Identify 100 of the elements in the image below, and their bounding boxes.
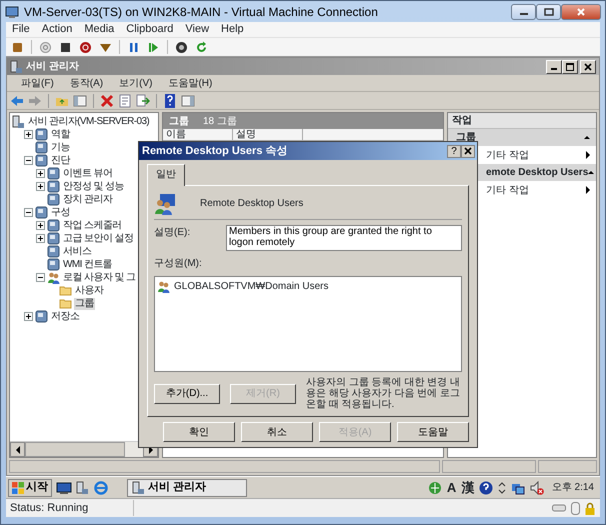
menu-item[interactable]: Action <box>36 21 78 38</box>
minimize-button[interactable] <box>511 4 536 20</box>
app-icon <box>47 245 60 258</box>
tree-item[interactable]: 로컬 사용자 및 그 <box>62 272 136 284</box>
section-title: 그룹 <box>456 131 476 145</box>
maximize-icon <box>566 62 574 70</box>
mouse-icon <box>571 502 580 514</box>
section-header[interactable]: 그룹 <box>448 129 596 146</box>
close-icon <box>584 62 592 70</box>
horizontal-scrollbar[interactable] <box>10 441 158 457</box>
start-logo-icon <box>12 482 24 494</box>
action-label: 기타 작업 <box>486 148 529 162</box>
lock-icon <box>585 502 595 514</box>
shutdown-icon[interactable] <box>79 40 92 54</box>
menu-item[interactable]: File <box>6 21 36 38</box>
dialog-button[interactable]: 확인 <box>163 422 235 442</box>
desktop-icon[interactable] <box>56 480 72 494</box>
snapshot-icon[interactable] <box>175 40 188 54</box>
tree-item[interactable]: 장치 관리자 <box>62 194 114 206</box>
options-caret-icon[interactable] <box>498 480 506 494</box>
app-icon <box>47 180 60 193</box>
back-arrow-icon[interactable] <box>10 94 24 108</box>
close-icon <box>464 147 472 155</box>
tree-item[interactable]: 서비 관리자(VM-SERVER-03) <box>27 116 150 128</box>
app-icon <box>35 206 48 219</box>
tree-item[interactable]: 작업 스케줄러 <box>62 220 123 232</box>
delete-icon[interactable] <box>100 94 114 108</box>
dialog-button[interactable]: 취소 <box>241 422 313 442</box>
tree-item[interactable]: 서비스 <box>62 246 92 258</box>
app-icon <box>47 232 60 245</box>
collapse-icon[interactable] <box>584 136 590 139</box>
expander-icon[interactable] <box>36 221 45 230</box>
members-list[interactable]: GLOBALSOFTVM₩Domain Users <box>154 276 462 372</box>
maximize-icon <box>544 8 554 16</box>
column-header[interactable]: 이름 <box>163 129 233 140</box>
field-label: 구성원(M): <box>154 257 203 271</box>
export-icon[interactable] <box>136 94 150 108</box>
help-icon[interactable] <box>479 480 494 494</box>
menu-item[interactable]: 파일(F) <box>13 76 62 90</box>
expander-icon[interactable] <box>36 273 45 282</box>
menu-item[interactable]: View <box>179 21 216 38</box>
server-icon[interactable] <box>76 480 90 494</box>
menu-item[interactable]: 보기(V) <box>111 76 160 90</box>
tree-item[interactable]: 기능 <box>50 142 71 154</box>
tree-item[interactable]: 진단 <box>50 154 71 166</box>
description-field[interactable]: Members in this group are granted the right to logon remotely <box>226 225 462 251</box>
group-name: Remote Desktop Users <box>200 197 304 211</box>
maximize-button[interactable] <box>536 4 561 20</box>
menu-item[interactable]: 도움말(H) <box>160 76 220 90</box>
panel-icon[interactable] <box>181 94 195 108</box>
expander-icon[interactable] <box>24 130 33 139</box>
ime-mode[interactable]: A <box>446 480 456 495</box>
menu-item[interactable]: Media <box>78 21 120 38</box>
collapse-icon[interactable] <box>588 171 594 174</box>
tree-item[interactable]: 저장소 <box>50 310 80 322</box>
close-button[interactable] <box>461 144 475 158</box>
keyboard-icon <box>552 504 566 512</box>
expander-icon[interactable] <box>36 234 45 243</box>
tree-item[interactable]: 이벤트 뷰어 <box>62 168 114 180</box>
stop-icon[interactable] <box>59 40 72 54</box>
action-item[interactable]: 기타 작업 <box>448 181 596 199</box>
menu-item[interactable]: Clipboard <box>120 21 180 38</box>
expander-icon[interactable] <box>24 156 33 165</box>
revert-icon[interactable] <box>195 40 208 54</box>
start-button[interactable]: 시작 <box>8 478 52 496</box>
member-button[interactable]: 추가(D)... <box>154 384 220 404</box>
tree-item[interactable]: 역할 <box>50 128 71 140</box>
expander-icon[interactable] <box>36 169 45 178</box>
tree-item[interactable]: 안정성 및 성능 <box>62 180 125 192</box>
pause-icon[interactable] <box>127 40 140 54</box>
note-text: 사용자의 그룹 등록에 대한 변경 내용은 해당 사용자가 다음 번에 로그온할 때 적용됩니다. <box>306 377 461 410</box>
expander-icon[interactable] <box>24 312 33 321</box>
resume-icon[interactable] <box>147 40 160 54</box>
vm-connection-icon <box>5 4 19 18</box>
tab[interactable]: 일반 <box>147 164 185 186</box>
dialog-title: Remote Desktop Users 속성 <box>142 144 288 159</box>
muted-speaker-icon[interactable] <box>530 480 544 494</box>
tree-item[interactable]: 그룹 <box>74 298 95 310</box>
menu-item[interactable]: 동작(A) <box>62 76 112 90</box>
ctrl-alt-del-icon[interactable] <box>11 40 24 54</box>
help-button[interactable]: ? <box>447 144 461 158</box>
help-icon[interactable] <box>163 94 177 108</box>
taskbar-button[interactable]: 서비 관리자 <box>127 478 247 496</box>
section-title: emote Desktop Users <box>486 166 588 180</box>
properties-icon[interactable] <box>118 94 132 108</box>
power-icon[interactable] <box>39 40 52 54</box>
column-header[interactable]: 설명 <box>233 129 303 140</box>
expander-icon[interactable] <box>24 208 33 217</box>
tree-item[interactable]: 구성 <box>50 206 71 218</box>
tree-item[interactable]: 사용자 <box>74 284 104 296</box>
ime-mode[interactable]: 漢 <box>461 480 474 495</box>
dialog-button[interactable]: 도움말 <box>397 422 469 442</box>
users-icon <box>157 280 171 293</box>
expander-icon[interactable] <box>36 182 45 191</box>
menu-item[interactable]: Help <box>215 21 250 38</box>
member-item[interactable]: GLOBALSOFTVM₩Domain Users <box>174 279 328 294</box>
clock[interactable]: 오후 2:14 <box>552 480 594 495</box>
panel-icon[interactable] <box>73 94 87 108</box>
tree-item[interactable]: 고급 보안이 설정 <box>62 232 134 244</box>
tree-item[interactable]: WMI 컨트롤 <box>62 258 114 270</box>
